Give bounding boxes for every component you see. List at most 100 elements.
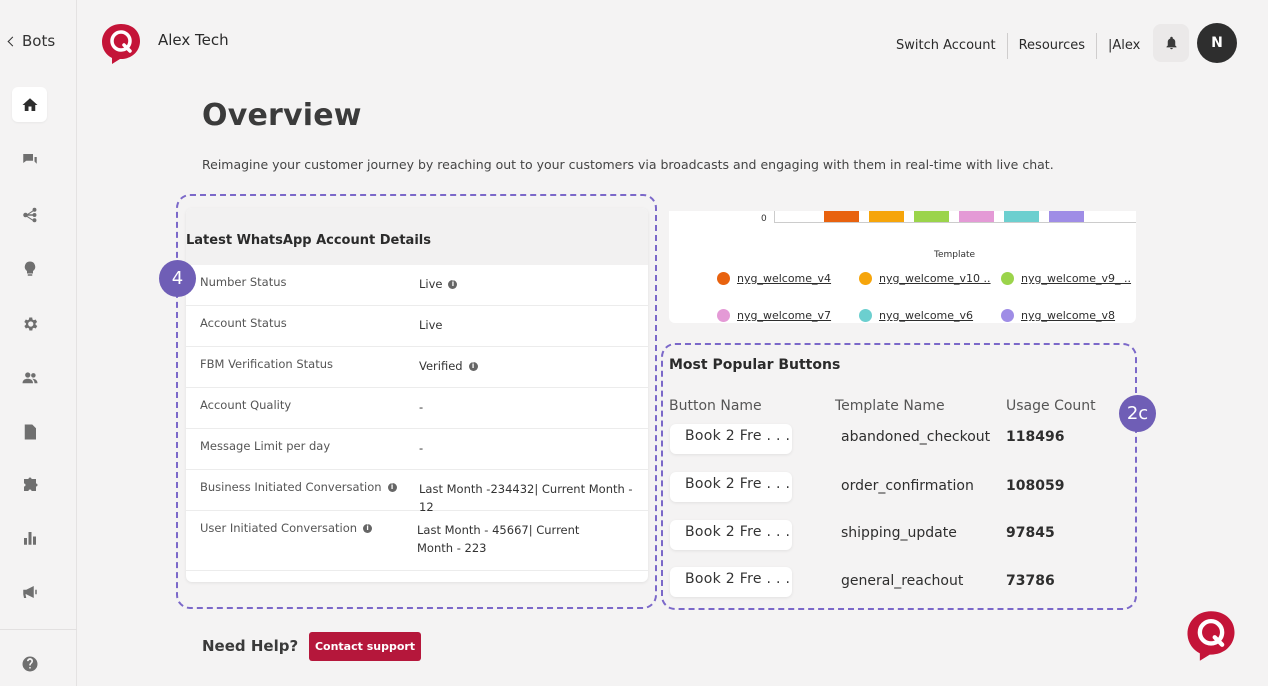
nav-flows[interactable] [12, 197, 47, 232]
account-row: User Initiated Conversation i Last Month … [186, 511, 648, 571]
contact-support-button[interactable]: Contact support [309, 632, 421, 661]
back-label: Bots [22, 32, 56, 50]
brand-logo [102, 24, 140, 64]
nav-integrations[interactable] [12, 467, 47, 502]
row-label-wrap: Business Initiated Conversation i [200, 480, 397, 494]
legend-item[interactable]: nyg_welcome_v4 [717, 272, 831, 285]
row-value-wrap: Verified i [419, 357, 647, 375]
nav-help[interactable] [12, 646, 47, 681]
nav-documents[interactable] [12, 414, 47, 449]
nav-settings[interactable] [12, 306, 47, 341]
account-row: Message Limit per day - [186, 429, 648, 470]
legend-item[interactable]: nyg_welcome_v10 .. [859, 272, 991, 285]
chart-bar [1049, 211, 1084, 222]
help-icon [22, 656, 37, 671]
legend-item[interactable]: nyg_welcome_v6 [859, 309, 973, 322]
bar-chart-icon [23, 531, 36, 545]
step-badge: 4 [159, 260, 196, 297]
chevron-left-icon [7, 36, 18, 47]
row-label: Message Limit per day [200, 439, 331, 453]
account-row: FBM Verification Status Verified i [186, 347, 648, 388]
legend-swatch [859, 309, 872, 322]
chart-bar [959, 211, 994, 222]
puzzle-icon [23, 477, 37, 491]
usage-count: 118496 [1006, 429, 1065, 445]
row-label: Account Quality [200, 398, 292, 412]
info-icon[interactable]: i [363, 523, 373, 533]
legend-item[interactable]: nyg_welcome_v8 [1001, 309, 1115, 322]
account-row: Account Status Live [186, 306, 648, 347]
popular-buttons-title: Most Popular Buttons [669, 357, 841, 373]
legend-label: nyg_welcome_v4 [737, 272, 832, 285]
legend-label: nyg_welcome_v10 .. [879, 272, 991, 285]
legend-item[interactable]: nyg_welcome_v9_ .. [1001, 272, 1131, 285]
info-icon[interactable]: i [448, 279, 458, 289]
page-subtitle: Reimagine your customer journey by reach… [202, 157, 1054, 172]
legend-swatch [717, 309, 730, 322]
info-icon[interactable]: i [468, 361, 478, 371]
user-name-link[interactable]: |Alex [1097, 33, 1151, 59]
notifications-button[interactable] [1153, 24, 1189, 62]
home-icon [22, 97, 37, 111]
bulb-icon [24, 261, 35, 276]
chart-bar [824, 211, 859, 222]
template-name: general_reachout [841, 573, 964, 589]
row-label-wrap: User Initiated Conversation i [200, 521, 373, 535]
legend-item[interactable]: nyg_welcome_v7 [717, 309, 831, 322]
template-chart-card [669, 211, 1136, 323]
usage-count: 97845 [1006, 525, 1055, 541]
gear-icon [23, 316, 37, 331]
row-label: Number Status [200, 275, 287, 289]
bell-icon [1166, 36, 1176, 50]
nav-home[interactable] [12, 87, 47, 122]
legend-label: nyg_welcome_v9_ .. [1021, 272, 1132, 285]
popular-button-chip[interactable]: Book 2 Fre . . . [670, 424, 792, 454]
row-value: Last Month - 45667| Current Month - 223 [417, 523, 580, 555]
users-icon [22, 371, 37, 383]
user-avatar[interactable]: N [1197, 23, 1237, 63]
chart-bar [869, 211, 904, 222]
nav-broadcast[interactable] [12, 574, 47, 609]
usage-count: 108059 [1006, 478, 1065, 494]
x-axis-label: Template [934, 250, 976, 260]
nav-users[interactable] [12, 360, 47, 395]
row-value: Live [419, 318, 443, 332]
row-label: Account Status [200, 316, 287, 330]
template-name: abandoned_checkout [841, 429, 991, 445]
legend-label: nyg_welcome_v7 [737, 309, 832, 322]
legend-swatch [1001, 309, 1014, 322]
popular-button-chip[interactable]: Book 2 Fre . . . [670, 567, 792, 597]
switch-account-link[interactable]: Switch Account [896, 33, 1008, 59]
column-header-usage-count: Usage Count [1006, 398, 1096, 414]
row-value: Verified [419, 359, 463, 373]
back-to-bots-link[interactable]: Bots [7, 32, 56, 50]
chart-bar [1004, 211, 1039, 222]
popular-button-chip[interactable]: Book 2 Fre . . . [670, 520, 792, 550]
company-name: Alex Tech [158, 31, 229, 49]
usage-count: 73786 [1006, 573, 1055, 589]
nav-analytics[interactable] [12, 520, 47, 555]
chat-widget-button[interactable] [1186, 610, 1236, 662]
row-label: Business Initiated Conversation [200, 480, 382, 494]
flow-icon [22, 207, 36, 222]
sidebar-divider [0, 629, 77, 630]
resources-link[interactable]: Resources [1008, 33, 1097, 59]
info-icon[interactable]: i [387, 482, 397, 492]
template-name: shipping_update [841, 525, 957, 541]
account-row: Account Quality - [186, 388, 648, 429]
row-value: - [419, 400, 424, 414]
account-card-title: Latest WhatsApp Account Details [186, 208, 648, 265]
popular-button-chip[interactable]: Book 2 Fre . . . [670, 472, 792, 502]
sidebar: Bots [0, 0, 77, 686]
chart-bar [914, 211, 949, 222]
row-label: FBM Verification Status [200, 357, 333, 371]
row-value: - [419, 441, 424, 455]
row-value-wrap: Live i [419, 275, 647, 293]
account-details-card: Latest WhatsApp Account Details Number S… [186, 208, 648, 582]
nav-chat[interactable] [12, 142, 47, 177]
column-header-template-name: Template Name [835, 398, 945, 414]
legend-label: nyg_welcome_v8 [1021, 309, 1116, 322]
nav-ideas[interactable] [12, 251, 47, 286]
header-links: Switch Account Resources |Alex [896, 33, 1151, 59]
template-name: order_confirmation [841, 478, 974, 494]
